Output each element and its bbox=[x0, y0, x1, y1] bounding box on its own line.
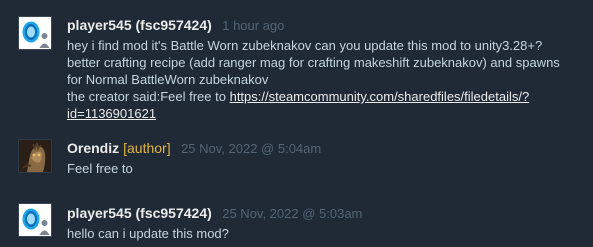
comment-text-line: Feel free to bbox=[67, 161, 133, 176]
portal-icon bbox=[19, 204, 51, 236]
comment-header: player545 (fsc957424) 1 hour ago bbox=[67, 14, 583, 36]
comment-text: Feel free to bbox=[67, 160, 579, 177]
comment-body: Orendiz [author] 25 Nov, 2022 @ 5:04am Fe… bbox=[67, 137, 583, 177]
avatar[interactable] bbox=[18, 203, 52, 237]
comment-timestamp: 25 Nov, 2022 @ 5:04am bbox=[181, 141, 322, 156]
comment-header: player545 (fsc957424) 25 Nov, 2022 @ 5:0… bbox=[67, 202, 583, 224]
comment-text-line: for Normal BattleWorn zubeknakov bbox=[67, 72, 269, 87]
comment-text: hello can i update this mod? bbox=[67, 225, 579, 242]
comment-text-line: the creator said:Feel free to https://st… bbox=[67, 88, 579, 105]
comment-timestamp: 25 Nov, 2022 @ 5:03am bbox=[222, 206, 363, 221]
comment-text-line: better crafting recipe (add ranger mag f… bbox=[67, 55, 560, 70]
comment-text: hey i find mod it's Battle Worn zubeknak… bbox=[67, 37, 579, 122]
comment-timestamp: 1 hour ago bbox=[222, 18, 285, 33]
comment-text-line: id=1136901621 bbox=[67, 105, 579, 122]
author-badge: [author] bbox=[123, 140, 171, 156]
comment-body: player545 (fsc957424) 1 hour ago hey i f… bbox=[67, 14, 583, 122]
creator-said-text: the creator said:Feel free to bbox=[67, 89, 230, 104]
comment-thread: player545 (fsc957424) 1 hour ago hey i f… bbox=[0, 0, 593, 247]
comment-author[interactable]: player545 (fsc957424) bbox=[67, 205, 212, 221]
comment-text-line: hello can i update this mod? bbox=[67, 226, 229, 241]
comment-author[interactable]: Orendiz bbox=[67, 140, 119, 156]
workshop-link[interactable]: https://steamcommunity.com/sharedfiles/f… bbox=[230, 89, 530, 104]
comment-text-line: hey i find mod it's Battle Worn zubeknak… bbox=[67, 38, 543, 53]
workshop-link-continued[interactable]: id=1136901621 bbox=[67, 106, 156, 121]
comment-body: player545 (fsc957424) 25 Nov, 2022 @ 5:0… bbox=[67, 202, 583, 242]
portal-icon bbox=[19, 17, 51, 49]
comment-author[interactable]: player545 (fsc957424) bbox=[67, 17, 212, 33]
avatar[interactable] bbox=[18, 139, 52, 173]
avatar[interactable] bbox=[18, 16, 52, 50]
comment-header: Orendiz [author] 25 Nov, 2022 @ 5:04am bbox=[67, 137, 583, 159]
creature-avatar-icon bbox=[19, 140, 51, 172]
